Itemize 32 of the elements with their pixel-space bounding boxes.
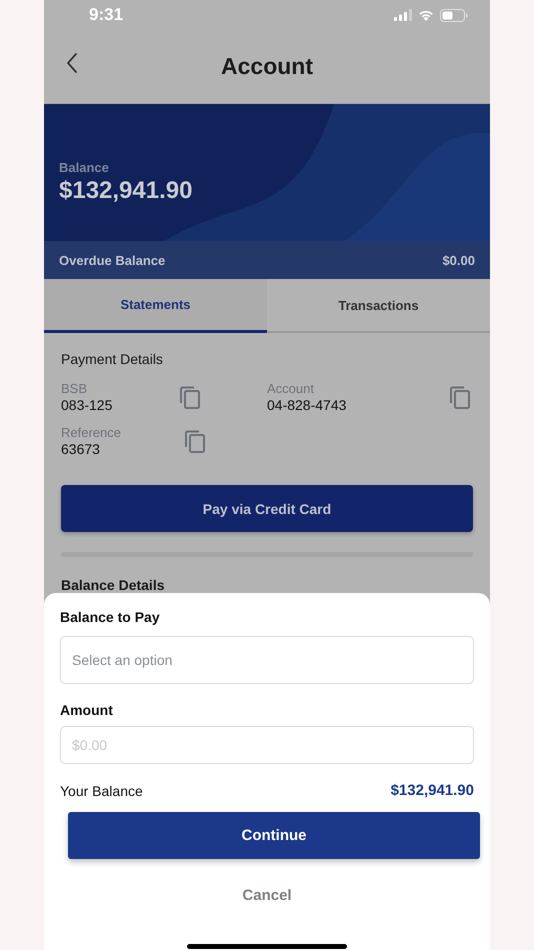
page-title: Account — [221, 53, 313, 80]
overdue-amount: $0.00 — [442, 252, 475, 268]
cancel-button[interactable]: Cancel — [236, 883, 298, 908]
copy-icon[interactable] — [449, 386, 470, 408]
field-value: 04-828-4743 — [267, 397, 348, 413]
section-title: Balance Details — [61, 577, 166, 593]
field-label: BSB — [61, 381, 88, 396]
balance-label: Your Balance — [60, 782, 143, 798]
field-label: Balance to Pay — [60, 609, 161, 625]
pay-button[interactable]: Pay via Credit Card — [61, 485, 473, 532]
field-value: 63673 — [61, 441, 101, 457]
field-label: Reference — [61, 425, 122, 440]
field-label: Account — [267, 381, 315, 396]
overdue-label: Overdue Balance — [59, 252, 166, 268]
balance-amount: $132,941.90 — [59, 177, 194, 205]
battery-icon — [440, 8, 468, 22]
copy-icon[interactable] — [184, 430, 205, 452]
wifi-icon — [418, 9, 434, 21]
copy-icon[interactable] — [179, 386, 200, 408]
tab[interactable]: Statements — [44, 279, 267, 333]
select-field[interactable]: Select an option — [60, 636, 474, 684]
field-label: Amount — [60, 702, 114, 718]
amount-input[interactable]: $0.00 — [60, 726, 474, 764]
field-value: 083-125 — [61, 397, 114, 413]
back-icon[interactable] — [66, 53, 78, 73]
continue-button[interactable]: Continue — [68, 812, 480, 859]
balance-amount: $132,941.90 — [390, 782, 474, 799]
status-time: 9:31 — [89, 5, 124, 25]
signal-icon — [394, 9, 412, 21]
balance-label: Balance — [59, 160, 110, 175]
tab[interactable]: Transactions — [267, 279, 490, 333]
section-title: Payment Details — [61, 351, 164, 367]
